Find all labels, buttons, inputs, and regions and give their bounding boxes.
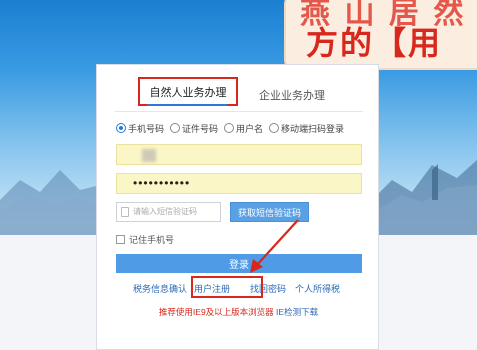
active-tab-underline xyxy=(147,104,227,106)
browser-notice-text: 推荐使用IE9及以上版本浏览器 xyxy=(158,307,274,317)
background-great-wall xyxy=(372,160,477,235)
radio-username[interactable]: 用户名 xyxy=(224,122,263,135)
register-highlight-box xyxy=(191,276,263,298)
link-ie-check-download[interactable]: IE检测下载 xyxy=(276,307,318,317)
phone-number-input[interactable] xyxy=(116,144,362,165)
link-personal-income-tax[interactable]: 个人所得税 xyxy=(295,282,340,295)
login-panel: 自然人业务办理 企业业务办理 手机号码 证件号码 用户名 移动端扫码登录 •••… xyxy=(96,64,379,350)
checkbox-icon xyxy=(116,235,125,244)
tab-enterprise-business[interactable]: 企业业务办理 xyxy=(259,87,325,103)
sms-code-input[interactable]: 请输入短信验证码 xyxy=(116,202,221,222)
radio-phone-number[interactable]: 手机号码 xyxy=(116,122,164,135)
tab-personal-business[interactable]: 自然人业务办理 xyxy=(138,77,238,106)
radio-dot-icon xyxy=(116,123,126,133)
radio-username-label: 用户名 xyxy=(236,123,264,134)
lock-icon xyxy=(121,207,129,217)
tab-personal-label: 自然人业务办理 xyxy=(149,86,227,99)
sms-code-placeholder: 请输入短信验证码 xyxy=(133,207,197,216)
radio-id-number[interactable]: 证件号码 xyxy=(170,122,218,135)
radio-dot-icon xyxy=(269,123,280,133)
remember-phone-checkbox[interactable]: 记住手机号 xyxy=(116,233,174,246)
login-tabs: 自然人业务办理 企业业务办理 xyxy=(97,65,380,111)
radio-phone-label: 手机号码 xyxy=(128,123,165,134)
radio-qr-label: 移动端扫码登录 xyxy=(281,123,345,134)
overlay-caption-line-2: 方的【用 xyxy=(306,24,443,62)
login-type-radio-group: 手机号码 证件号码 用户名 移动端扫码登录 xyxy=(116,120,366,136)
blurred-phone-number xyxy=(142,149,156,162)
browser-notice: 推荐使用IE9及以上版本浏览器 IE检测下载 xyxy=(97,306,380,318)
radio-dot-icon xyxy=(224,123,235,133)
password-input[interactable]: ••••••••••• xyxy=(116,173,362,194)
tabs-divider xyxy=(115,111,363,112)
radio-qr-login[interactable]: 移动端扫码登录 xyxy=(269,122,344,135)
get-sms-code-button[interactable]: 获取短信验证码 xyxy=(230,202,309,222)
radio-dot-icon xyxy=(170,123,181,133)
remember-phone-label: 记住手机号 xyxy=(129,235,175,245)
link-tax-info-confirm[interactable]: 税务信息确认 xyxy=(133,282,187,295)
radio-id-label: 证件号码 xyxy=(182,123,219,134)
login-button[interactable]: 登录 xyxy=(116,254,362,273)
background-mountain-left xyxy=(0,170,100,235)
